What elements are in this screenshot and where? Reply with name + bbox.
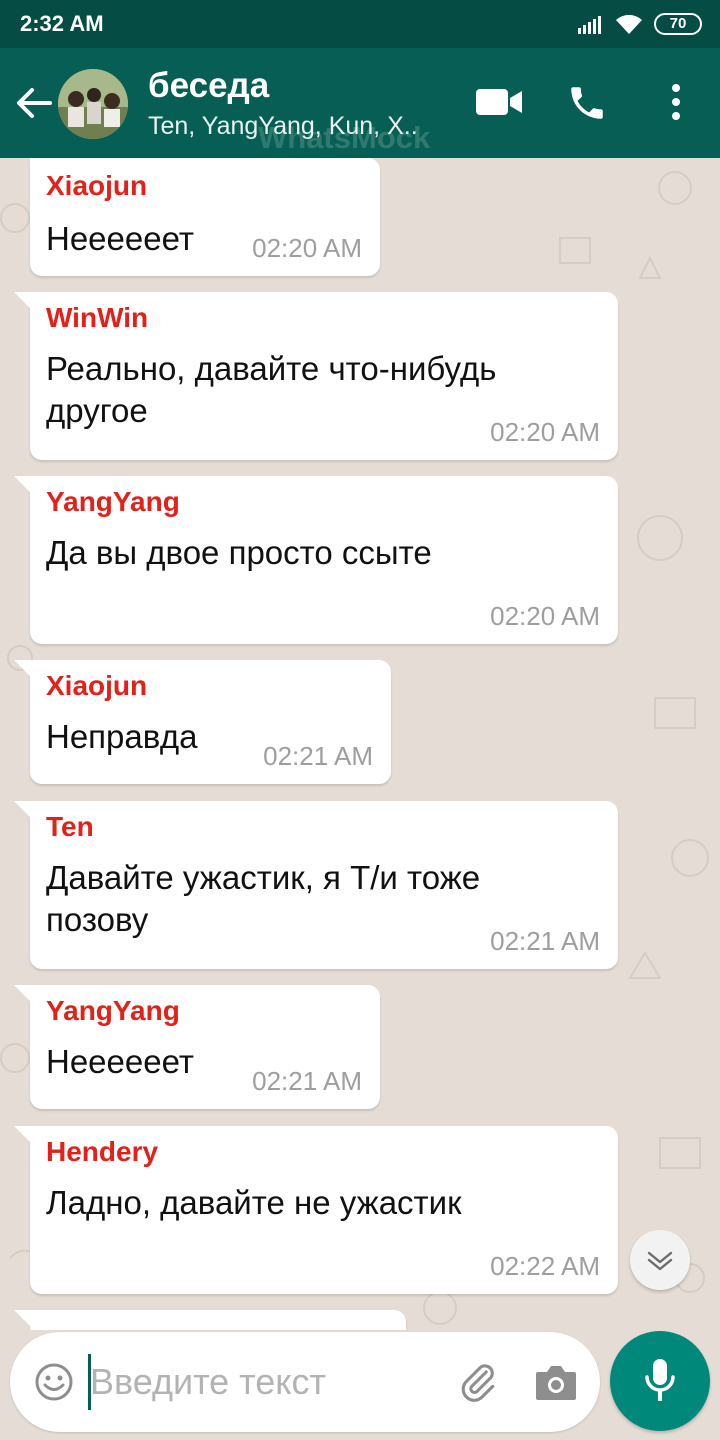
message-text-line: позову [46, 901, 149, 938]
message-text-line: Да вы двое просто ссыте [46, 534, 432, 571]
message-text-line: Неправда [46, 718, 198, 755]
message-time: 02:20 AM [252, 233, 362, 263]
video-call-icon[interactable] [474, 86, 524, 118]
message-sender[interactable]: YangYang [46, 995, 180, 1027]
message-bubble[interactable]: Hendery Ладно, давайте не ужастик 02:22 … [14, 1126, 618, 1294]
watermark: WhatsMock [258, 120, 431, 155]
message-bubble[interactable]: YangYang Неееееет 02:21 AM [14, 985, 380, 1109]
battery-indicator: 70 [654, 13, 702, 35]
message-sender[interactable]: Ten [46, 811, 94, 843]
camera-icon[interactable] [534, 1362, 578, 1402]
chat-header: беседа Ten, YangYang, Kun, X.. WhatsMock [0, 48, 720, 158]
wifi-icon [616, 14, 642, 34]
message-text-line: Давайте ужастик, я Т/и тоже [46, 859, 481, 896]
battery-level: 70 [669, 15, 687, 32]
back-arrow-icon[interactable] [14, 84, 52, 122]
message-text-line: Неееееет [46, 1043, 194, 1080]
status-time: 2:32 AM [20, 11, 104, 36]
message-bubble[interactable]: Xiaojun Неправда 02:21 AM [14, 660, 391, 784]
message-bubble[interactable]: WinWin Реально, давайте что-нибудь друго… [14, 292, 618, 460]
message-text: Неееееет [46, 218, 194, 260]
message-text-line: Ладно, давайте не ужастик [46, 1184, 462, 1221]
message-sender[interactable]: Xiaojun [46, 170, 147, 202]
message-bubble[interactable]: Ten Давайте ужастик, я Т/и тоже позову 0… [14, 801, 618, 969]
message-time: 02:21 AM [252, 1066, 362, 1096]
mic-icon [645, 1359, 675, 1401]
message-sender[interactable]: WinWin [46, 302, 148, 334]
message-text-line: Реально, давайте что-нибудь [46, 350, 497, 387]
voice-record-button[interactable] [610, 1331, 710, 1431]
emoji-icon[interactable] [34, 1362, 74, 1402]
message-sender[interactable]: Hendery [46, 1136, 158, 1168]
message-bubble[interactable]: YangYang Да вы двое просто ссыте 02:20 A… [14, 476, 618, 644]
message-text: Неееееет [46, 1041, 194, 1083]
chat-title[interactable]: беседа [148, 66, 269, 106]
group-avatar[interactable] [58, 69, 128, 139]
phone-icon[interactable] [566, 82, 608, 124]
avatar-photo [58, 69, 128, 139]
message-text: Реально, давайте что-нибудь другое [46, 348, 496, 432]
message-bubble[interactable]: Xiaojun Неееееет 02:20 AM [30, 158, 380, 276]
message-input[interactable] [90, 1360, 370, 1404]
chevron-down-icon [647, 1251, 673, 1271]
message-sender[interactable]: Xiaojun [46, 670, 147, 702]
message-composer [10, 1332, 600, 1432]
message-text-line: Неееееет [46, 220, 194, 257]
message-time: 02:22 AM [490, 1251, 600, 1281]
more-vert-icon[interactable] [664, 82, 688, 124]
scroll-to-bottom-button[interactable] [630, 1230, 690, 1290]
message-bubble-partial[interactable] [14, 1310, 406, 1330]
message-sender[interactable]: YangYang [46, 486, 180, 518]
message-time: 02:21 AM [263, 741, 373, 771]
signal-icon [578, 16, 601, 34]
message-time: 02:20 AM [490, 417, 600, 447]
paperclip-icon[interactable] [456, 1360, 500, 1404]
message-list[interactable]: Xiaojun Неееееет 02:20 AM WinWin Реально… [0, 158, 720, 1330]
message-time: 02:21 AM [490, 926, 600, 956]
message-text: Неправда [46, 716, 198, 758]
status-bar: 2:32 AM 70 [0, 0, 720, 48]
message-text-line: другое [46, 392, 148, 429]
message-text: Ладно, давайте не ужастик [46, 1182, 462, 1224]
message-text: Да вы двое просто ссыте [46, 532, 432, 574]
message-text: Давайте ужастик, я Т/и тоже позову [46, 857, 480, 941]
message-time: 02:20 AM [490, 601, 600, 631]
